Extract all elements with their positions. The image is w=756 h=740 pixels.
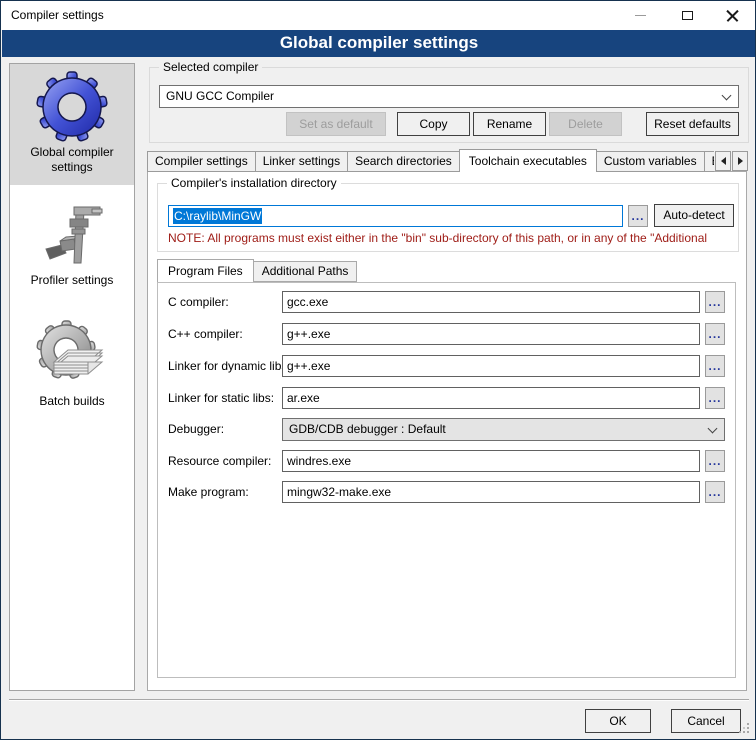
- resize-grip[interactable]: [739, 723, 741, 725]
- make-program-input[interactable]: [282, 481, 700, 503]
- tab-toolchain-executables[interactable]: Toolchain executables: [459, 149, 597, 172]
- window-title: Compiler settings: [11, 8, 104, 22]
- tab-scroll-left-button[interactable]: [715, 151, 731, 171]
- linker-static-input[interactable]: [282, 387, 700, 409]
- chevron-down-icon: [708, 424, 718, 434]
- chevron-down-icon: [722, 91, 732, 101]
- tab-compiler-settings[interactable]: Compiler settings: [147, 151, 256, 172]
- cancel-button[interactable]: Cancel: [671, 709, 741, 733]
- sidebar-item-profiler-settings[interactable]: Profiler settings: [10, 193, 134, 295]
- arrow-left-icon: [721, 157, 726, 165]
- c-compiler-input[interactable]: [282, 291, 700, 313]
- minimize-button[interactable]: [624, 1, 656, 30]
- bin-subdirectory-note: NOTE: All programs must exist either in …: [168, 231, 734, 245]
- field-row-c-compiler: C compiler: ...: [158, 291, 735, 313]
- maximize-button[interactable]: [671, 1, 703, 30]
- tab-custom-variables[interactable]: Custom variables: [596, 151, 705, 172]
- field-label: Linker for dynamic libs:: [168, 359, 291, 373]
- compiler-select[interactable]: GNU GCC Compiler: [159, 85, 739, 108]
- minimize-icon: [635, 15, 646, 16]
- cpp-compiler-browse-button[interactable]: ...: [705, 323, 725, 345]
- set-as-default-button[interactable]: Set as default: [286, 112, 386, 136]
- maximize-icon: [682, 11, 693, 20]
- compiler-settings-dialog: Compiler settings Global compiler settin…: [0, 0, 756, 740]
- toolchain-executables-page: Compiler's installation directory C:\ray…: [147, 171, 747, 691]
- reset-defaults-button[interactable]: Reset defaults: [646, 112, 739, 136]
- subtab-additional-paths[interactable]: Additional Paths: [253, 261, 358, 282]
- page-title: Global compiler settings: [2, 30, 756, 57]
- field-label: Make program:: [168, 485, 249, 499]
- selected-text: C:\raylib\MinGW: [173, 208, 262, 224]
- field-row-cpp-compiler: C++ compiler: ...: [158, 323, 735, 345]
- field-label: C compiler:: [168, 295, 229, 309]
- field-label: Resource compiler:: [168, 454, 271, 468]
- close-button[interactable]: [716, 1, 748, 30]
- installation-directory-input[interactable]: C:\raylib\MinGW: [168, 205, 623, 227]
- tab-scroll-right-button[interactable]: [732, 151, 748, 171]
- field-label: Debugger:: [168, 422, 224, 436]
- delete-button[interactable]: Delete: [549, 112, 622, 136]
- debugger-select[interactable]: GDB/CDB debugger : Default: [282, 418, 725, 441]
- installation-directory-browse-button[interactable]: ...: [628, 205, 648, 227]
- installation-directory-group: Compiler's installation directory C:\ray…: [157, 183, 739, 252]
- blue-gear-icon: [36, 71, 108, 143]
- field-label: C++ compiler:: [168, 327, 243, 341]
- program-paths-tabstrip: Program Files Additional Paths: [157, 259, 357, 282]
- sidebar-item-batch-builds[interactable]: Batch builds: [10, 314, 134, 424]
- tab-search-directories[interactable]: Search directories: [347, 151, 460, 172]
- rename-button[interactable]: Rename: [473, 112, 546, 136]
- linker-dynamic-input[interactable]: [282, 355, 700, 377]
- group-legend: Compiler's installation directory: [167, 176, 341, 190]
- debugger-select-value: GDB/CDB debugger : Default: [289, 422, 446, 436]
- close-icon: [726, 9, 739, 22]
- field-row-linker-dynamic: Linker for dynamic libs: ...: [158, 355, 735, 377]
- copy-button[interactable]: Copy: [397, 112, 470, 136]
- cpp-compiler-input[interactable]: [282, 323, 700, 345]
- field-row-debugger: Debugger: GDB/CDB debugger : Default: [158, 418, 735, 440]
- field-row-make-program: Make program: ...: [158, 481, 735, 503]
- field-row-linker-static: Linker for static libs: ...: [158, 387, 735, 409]
- sidebar-item-label: Profiler settings: [10, 273, 134, 288]
- footer-separator: [9, 699, 749, 701]
- titlebar: Compiler settings: [1, 1, 755, 30]
- make-program-browse-button[interactable]: ...: [705, 481, 725, 503]
- resource-compiler-input[interactable]: [282, 450, 700, 472]
- field-row-resource-compiler: Resource compiler: ...: [158, 450, 735, 472]
- gear-stack-icon: [36, 320, 108, 392]
- caliper-icon: [36, 199, 108, 271]
- tab-build-options[interactable]: Build: [704, 151, 714, 172]
- resource-compiler-browse-button[interactable]: ...: [705, 450, 725, 472]
- compiler-select-value: GNU GCC Compiler: [166, 89, 274, 103]
- c-compiler-browse-button[interactable]: ...: [705, 291, 725, 313]
- group-legend: Selected compiler: [159, 60, 262, 74]
- settings-category-list: Global compiler settings Profiler settin…: [9, 63, 135, 691]
- tab-linker-settings[interactable]: Linker settings: [255, 151, 348, 172]
- sidebar-item-label: Global compiler settings: [10, 145, 134, 175]
- auto-detect-button[interactable]: Auto-detect: [654, 204, 734, 227]
- sidebar-item-label: Batch builds: [10, 394, 134, 409]
- field-label: Linker for static libs:: [168, 391, 274, 405]
- program-files-page: C compiler: ... C++ compiler: ... Linker…: [157, 282, 736, 678]
- ok-button[interactable]: OK: [585, 709, 651, 733]
- sidebar-item-global-compiler-settings[interactable]: Global compiler settings: [10, 64, 134, 185]
- settings-tabstrip: Compiler settings Linker settings Search…: [147, 149, 714, 172]
- arrow-right-icon: [738, 157, 743, 165]
- subtab-program-files[interactable]: Program Files: [157, 259, 254, 282]
- linker-dynamic-browse-button[interactable]: ...: [705, 355, 725, 377]
- linker-static-browse-button[interactable]: ...: [705, 387, 725, 409]
